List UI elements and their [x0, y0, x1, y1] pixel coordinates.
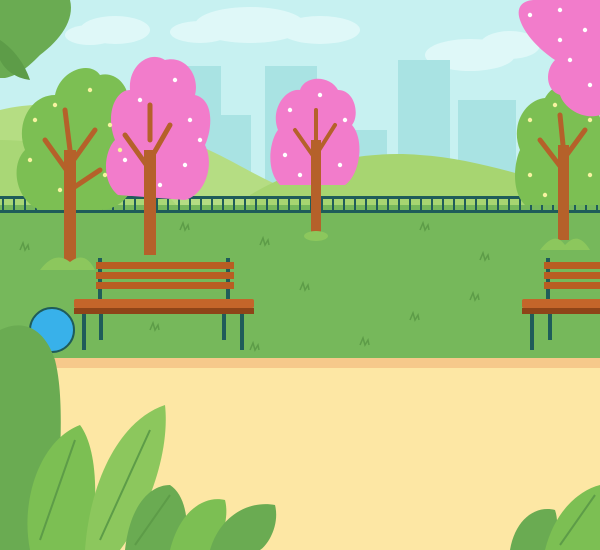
fence-post — [365, 196, 367, 213]
blossom-petal — [582, 27, 588, 33]
fence-post — [464, 196, 466, 213]
fence-post — [134, 196, 136, 213]
fence-post — [211, 196, 213, 213]
blossom-petal — [317, 92, 323, 98]
blossom-petal — [107, 122, 113, 128]
blossom-petal — [337, 162, 343, 168]
blossom-petal — [157, 182, 163, 188]
blossom-petal — [87, 87, 93, 93]
fence-post — [244, 196, 246, 213]
fence-post — [2, 196, 4, 213]
park-scene — [0, 0, 600, 550]
blossom-petal — [282, 152, 288, 158]
blossom-petal — [182, 162, 188, 168]
fence-post — [156, 196, 158, 213]
blossom-petal — [552, 102, 558, 108]
blossom-petal — [57, 187, 63, 193]
blossom-petal — [587, 172, 593, 178]
blossom-petal — [137, 97, 143, 103]
blossom-petal — [187, 117, 193, 123]
blossom-petal — [172, 77, 178, 83]
fence-post — [420, 196, 422, 213]
fence-post — [431, 196, 433, 213]
fence-post — [508, 196, 510, 213]
blossom-petal — [567, 57, 573, 63]
blossom-petal — [557, 37, 563, 43]
fence-post — [387, 196, 389, 213]
blossom-petal — [527, 117, 533, 123]
fence-post — [376, 196, 378, 213]
fence-post — [189, 196, 191, 213]
blossom-petal — [527, 172, 533, 178]
fence-post — [398, 196, 400, 213]
blossom-petal — [32, 117, 38, 123]
blossom-petal — [102, 172, 108, 178]
blossom-petal — [117, 147, 123, 153]
blossom-petal — [122, 157, 128, 163]
blossom-petal — [527, 12, 533, 18]
fence-post — [354, 196, 356, 213]
blossom-petal — [27, 157, 33, 163]
fence-post — [475, 196, 477, 213]
blossom-petal — [587, 82, 593, 88]
fence-post — [222, 196, 224, 213]
fence-post — [453, 196, 455, 213]
fence-post — [497, 196, 499, 213]
blossom-petal — [297, 172, 303, 178]
blossom-petal — [197, 137, 203, 143]
fence-post — [486, 196, 488, 213]
blossom-petal — [52, 102, 58, 108]
fence-post — [266, 196, 268, 213]
fence-post — [288, 196, 290, 213]
fence-post — [200, 196, 202, 213]
fence-post — [409, 196, 411, 213]
blossom-petal — [542, 192, 548, 198]
park-illustration — [0, 0, 600, 550]
fence-post — [343, 196, 345, 213]
fence-post — [277, 196, 279, 213]
lawn — [0, 205, 600, 365]
fence-post — [299, 196, 301, 213]
blossom-petal — [557, 7, 563, 13]
fence-post — [442, 196, 444, 213]
blossom-petal — [287, 107, 293, 113]
fence-post — [13, 196, 15, 213]
blossom-petal — [342, 117, 348, 123]
fence-post — [332, 196, 334, 213]
fence-post — [255, 196, 257, 213]
fence-post — [321, 196, 323, 213]
fence-post — [233, 196, 235, 213]
blossom-petal — [587, 117, 593, 123]
